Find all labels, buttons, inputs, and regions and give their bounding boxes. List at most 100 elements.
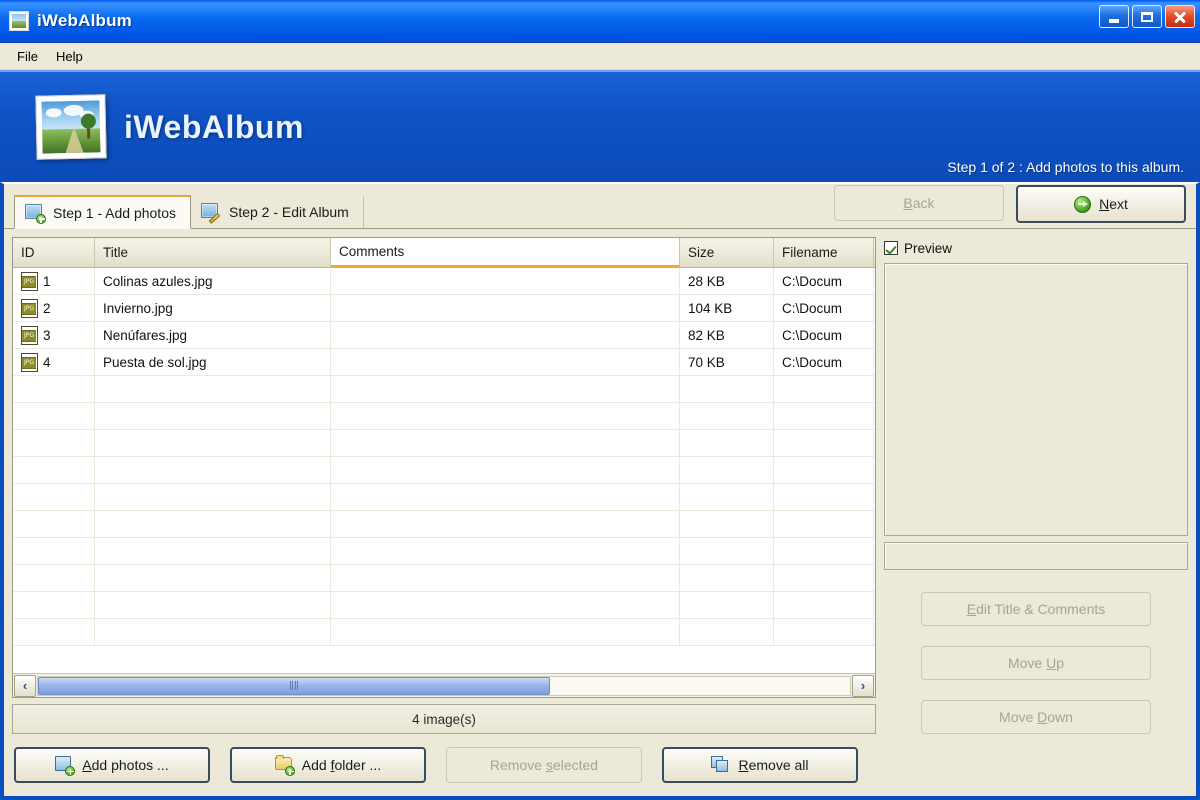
table-row-empty[interactable]	[13, 430, 875, 457]
application-window: iWebAlbum File Help iWebAlbum Step 1 of …	[0, 0, 1200, 800]
table-row-empty[interactable]	[13, 457, 875, 484]
cell-empty	[95, 457, 331, 483]
add-folder-button[interactable]: Add folder ...	[230, 747, 426, 783]
cell-id: 2	[13, 295, 95, 321]
cell-title: Colinas azules.jpg	[95, 268, 331, 294]
table-row-empty[interactable]	[13, 484, 875, 511]
column-header-filename[interactable]: Filename	[774, 238, 874, 267]
table-row-empty[interactable]	[13, 403, 875, 430]
jpg-file-icon	[21, 271, 38, 291]
window-controls	[1099, 5, 1195, 28]
remove-selected-label-rest: elected	[552, 757, 599, 773]
cell-id-text: 3	[43, 327, 51, 343]
cell-empty	[95, 565, 331, 591]
minimize-icon[interactable]	[1099, 5, 1129, 28]
scroll-left-icon[interactable]: ‹	[14, 674, 36, 697]
cell-id-text: 4	[43, 354, 51, 370]
column-header-comments[interactable]: Comments	[331, 238, 680, 268]
cell-comments	[331, 322, 680, 348]
cell-empty	[774, 565, 874, 591]
menu-item-help[interactable]: Help	[47, 46, 92, 67]
edit-title-comments-label-rest: dit Title & Comments	[976, 601, 1106, 617]
cell-empty	[331, 511, 680, 537]
table-row[interactable]: 3 Nenúfares.jpg 82 KBC:\Docum	[13, 322, 875, 349]
table-row-empty[interactable]	[13, 511, 875, 538]
cell-empty	[774, 511, 874, 537]
edit-title-comments-button[interactable]: Edit Title & Comments	[921, 592, 1151, 626]
title-bar: iWebAlbum	[0, 0, 1200, 43]
scroll-right-icon[interactable]: ›	[852, 674, 874, 697]
remove-all-button[interactable]: Remove all	[662, 747, 858, 783]
cell-empty	[13, 376, 95, 402]
tab-step2-label: Step 2 - Edit Album	[228, 204, 349, 220]
close-icon[interactable]	[1165, 5, 1195, 28]
app-photo-icon	[9, 11, 29, 31]
cell-empty	[95, 592, 331, 618]
cell-filename: C:\Docum	[774, 322, 874, 348]
cell-empty	[331, 484, 680, 510]
cell-comments	[331, 268, 680, 294]
cell-empty	[13, 565, 95, 591]
cell-empty	[774, 430, 874, 456]
scrollbar-track[interactable]	[37, 675, 851, 696]
tab-step1-add-photos[interactable]: Step 1 - Add photos	[14, 195, 191, 229]
tab-bar: Step 1 - Add photos Step 2 - Edit Album …	[4, 184, 1196, 229]
table-row[interactable]: 1 Colinas azules.jpg 28 KBC:\Docum	[13, 268, 875, 295]
table-row-empty[interactable]	[13, 565, 875, 592]
cell-empty	[774, 457, 874, 483]
column-header-size[interactable]: Size	[680, 238, 774, 267]
cell-title: Invierno.jpg	[95, 295, 331, 321]
image-edit-icon	[200, 203, 221, 223]
cell-empty	[13, 538, 95, 564]
cell-empty	[13, 484, 95, 510]
tab-step1-label: Step 1 - Add photos	[53, 204, 176, 221]
folder-add-icon	[274, 754, 295, 776]
preview-checkbox-label: Preview	[904, 240, 953, 256]
preview-checkbox-row[interactable]: Preview	[884, 237, 1188, 259]
column-header-title[interactable]: Title	[95, 238, 331, 267]
cell-filename: C:\Docum	[774, 295, 874, 321]
move-down-label-rest: own	[1047, 709, 1073, 725]
bottom-button-bar: Add photos ... Add folder ... Remove sel…	[4, 734, 1196, 796]
back-button[interactable]: Back	[834, 185, 1004, 221]
table-row-empty[interactable]	[13, 619, 875, 646]
next-button-label-rest: ext	[1109, 196, 1128, 212]
cell-empty	[95, 430, 331, 456]
cell-empty	[95, 538, 331, 564]
scrollbar-thumb[interactable]	[38, 676, 550, 695]
cell-empty	[331, 565, 680, 591]
cell-empty	[331, 538, 680, 564]
cell-empty	[13, 430, 95, 456]
green-arrow-right-icon	[1074, 195, 1092, 213]
move-up-label-pre: Move	[1007, 655, 1047, 671]
cell-empty	[331, 376, 680, 402]
menu-item-file[interactable]: File	[8, 46, 47, 67]
remove-selected-button[interactable]: Remove selected	[446, 747, 642, 783]
cell-empty	[95, 511, 331, 537]
cell-empty	[774, 484, 874, 510]
table-row-empty[interactable]	[13, 376, 875, 403]
table-row[interactable]: 4 Puesta de sol.jpg 70 KBC:\Docum	[13, 349, 875, 376]
table-row-empty[interactable]	[13, 538, 875, 565]
cell-empty	[680, 538, 774, 564]
horizontal-scrollbar[interactable]: ‹ ›	[13, 673, 875, 697]
column-header-id[interactable]: ID	[13, 238, 95, 267]
maximize-icon[interactable]	[1132, 5, 1162, 28]
preview-checkbox[interactable]	[884, 241, 898, 255]
move-up-button[interactable]: Move Up	[921, 646, 1151, 680]
table-row[interactable]: 2 Invierno.jpg 104 KBC:\Docum	[13, 295, 875, 322]
step-indicator-text: Step 1 of 2 : Add photos to this album.	[947, 159, 1184, 175]
tab-step2-edit-album[interactable]: Step 2 - Edit Album	[191, 196, 364, 228]
add-photos-button[interactable]: Add photos ...	[14, 747, 210, 783]
images-stack-icon	[711, 756, 730, 774]
move-up-label-rest: p	[1056, 655, 1065, 671]
scrollbar-grip-icon	[289, 681, 299, 690]
cell-empty	[680, 592, 774, 618]
side-action-buttons: Edit Title & Comments Move Up Move Down	[884, 592, 1188, 734]
cell-empty	[95, 484, 331, 510]
next-button[interactable]: Next	[1016, 185, 1186, 223]
cell-empty	[13, 592, 95, 618]
move-down-button[interactable]: Move Down	[921, 700, 1151, 734]
table-row-empty[interactable]	[13, 592, 875, 619]
cell-id: 3	[13, 322, 95, 348]
